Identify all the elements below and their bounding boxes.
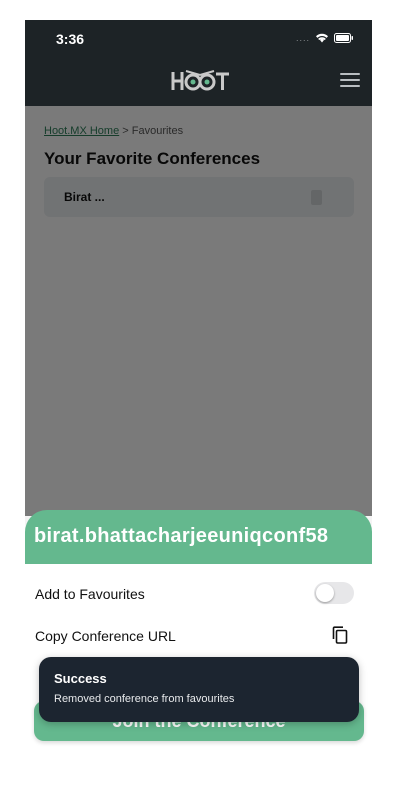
battery-icon xyxy=(334,32,354,43)
hoot-logo[interactable] xyxy=(169,67,231,93)
success-toast[interactable]: Success Removed conference from favourit… xyxy=(39,657,359,722)
status-bar: 3:36 .... xyxy=(25,20,372,56)
toggle-knob xyxy=(316,584,334,602)
status-indicators: .... xyxy=(296,32,354,43)
conference-action-sheet: birat.bhattacharjeeuniqconf58 Add to Fav… xyxy=(25,510,372,790)
favourites-toggle[interactable] xyxy=(314,582,354,604)
copy-icon[interactable] xyxy=(332,626,348,644)
toast-title: Success xyxy=(54,671,107,686)
modal-backdrop[interactable] xyxy=(25,106,372,516)
sheet-header: birat.bhattacharjeeuniqconf58 xyxy=(25,510,372,564)
hamburger-menu-icon[interactable] xyxy=(340,73,360,89)
signal-icon: .... xyxy=(295,32,310,43)
add-to-favourites-row: Add to Favourites xyxy=(35,582,362,606)
add-to-favourites-label: Add to Favourites xyxy=(35,586,145,602)
toast-message: Removed conference from favourites xyxy=(54,693,235,705)
copy-url-label: Copy Conference URL xyxy=(35,628,176,644)
status-time: 3:36 xyxy=(56,31,85,47)
wifi-icon xyxy=(315,32,329,43)
app-navbar xyxy=(25,56,372,106)
copy-url-row[interactable]: Copy Conference URL xyxy=(35,624,362,648)
conference-id-title: birat.bhattacharjeeuniqconf58 xyxy=(34,525,329,547)
phone-screen: 3:36 .... birat.bhattacharjeeuniqconf58 … xyxy=(25,20,372,790)
